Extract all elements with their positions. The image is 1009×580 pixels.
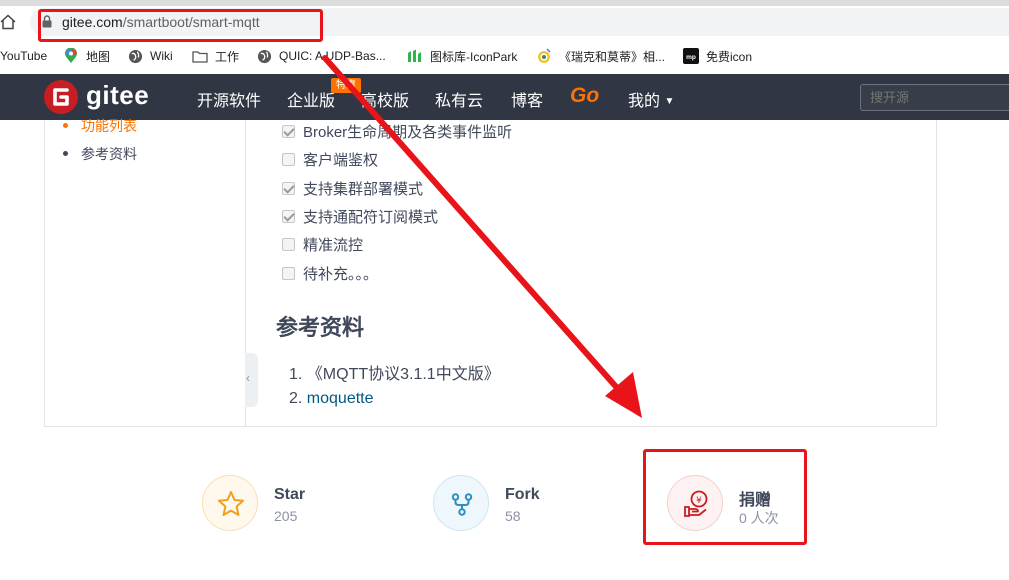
douban-icon bbox=[536, 48, 552, 64]
bookmark-free-icon[interactable]: mp 免费icon bbox=[683, 47, 752, 65]
bookmark-label: 免费icon bbox=[706, 49, 753, 64]
reference-item: 1. 《MQTT协议3.1.1中文版》 bbox=[289, 360, 500, 384]
maps-pin-icon bbox=[63, 48, 79, 64]
gitee-logo-text[interactable]: gitee bbox=[86, 80, 149, 111]
url-highlight-box bbox=[38, 9, 323, 42]
feature-item: 支持集群部署模式 bbox=[282, 178, 423, 199]
feature-label: 精准流控 bbox=[303, 237, 364, 254]
star-label[interactable]: Star bbox=[274, 486, 305, 504]
home-icon[interactable] bbox=[0, 14, 16, 30]
reference-item: 2. moquette bbox=[289, 390, 374, 408]
bookmark-label: 图标库-IconPark bbox=[430, 49, 518, 64]
bookmark-quic[interactable]: QUIC: A UDP-Bas... bbox=[256, 47, 386, 65]
svg-text:mp: mp bbox=[686, 54, 696, 61]
readme-container: 功能列表 参考资料 ‹ Broker生命周期及各类事件监听 客户端鉴权 支持集群… bbox=[44, 118, 937, 427]
promo-badge: 特惠 bbox=[331, 78, 361, 93]
nav-enterprise[interactable]: 企业版 bbox=[287, 87, 335, 111]
bookmarks-bar: YouTube 地图 Wiki 工作 QUIC: A UDP-Bas... 图标… bbox=[0, 42, 1009, 70]
reference-number: 1. bbox=[289, 366, 303, 383]
reference-link-moquette[interactable]: moquette bbox=[307, 390, 374, 407]
star-count[interactable]: 205 bbox=[274, 508, 297, 524]
nav-search-input[interactable] bbox=[860, 84, 1009, 111]
nav-education[interactable]: 高校版 bbox=[361, 87, 409, 111]
fork-button[interactable] bbox=[433, 475, 489, 531]
donate-highlight-box bbox=[643, 449, 807, 545]
bookmark-label: YouTube bbox=[0, 49, 48, 63]
bookmark-label: Wiki bbox=[150, 49, 173, 63]
bookmark-wiki[interactable]: Wiki bbox=[127, 47, 173, 65]
nav-open-source[interactable]: 开源软件 bbox=[197, 87, 261, 111]
gitee-logo-icon[interactable] bbox=[44, 80, 78, 114]
fork-label[interactable]: Fork bbox=[505, 486, 540, 504]
mp-icon: mp bbox=[683, 48, 699, 64]
nav-private-cloud[interactable]: 私有云 bbox=[435, 87, 483, 111]
feature-item: 支持通配符订阅模式 bbox=[282, 206, 438, 227]
checkbox-checked bbox=[282, 125, 295, 138]
feature-label: 支持集群部署模式 bbox=[303, 181, 424, 198]
globe-icon bbox=[256, 48, 272, 64]
bookmark-work-folder[interactable]: 工作 bbox=[192, 47, 239, 65]
readme-toc-sidebar: 功能列表 参考资料 bbox=[45, 118, 246, 427]
checkbox-unchecked bbox=[282, 153, 295, 166]
feature-item: 精准流控 bbox=[282, 234, 363, 255]
nav-blog[interactable]: 博客 bbox=[511, 87, 543, 111]
checkbox-unchecked bbox=[282, 267, 295, 280]
iconpark-icon bbox=[407, 48, 423, 64]
nav-mine[interactable]: 我的 ▼ bbox=[628, 87, 674, 111]
sidebar-collapse-toggle[interactable]: ‹ bbox=[245, 353, 258, 407]
gitee-navbar bbox=[0, 74, 1009, 120]
checkbox-checked bbox=[282, 210, 295, 223]
toc-item-features[interactable]: 功能列表 bbox=[63, 116, 137, 136]
feature-label: 支持通配符订阅模式 bbox=[303, 209, 439, 226]
feature-label: 客户端鉴权 bbox=[303, 152, 379, 169]
feature-label: 待补充。。。 bbox=[303, 266, 379, 283]
feature-label: Broker生命周期及各类事件监听 bbox=[303, 124, 513, 141]
bookmark-rick-morty[interactable]: 《瑞克和莫蒂》相... bbox=[536, 47, 665, 65]
fork-count[interactable]: 58 bbox=[505, 508, 521, 524]
feature-item: 待补充。。。 bbox=[282, 263, 378, 284]
bookmark-iconpark[interactable]: 图标库-IconPark bbox=[407, 47, 517, 65]
checkbox-unchecked bbox=[282, 238, 295, 251]
caret-down-icon: ▼ bbox=[664, 96, 675, 107]
star-icon bbox=[218, 491, 244, 516]
nav-go[interactable]: Go bbox=[570, 84, 599, 108]
feature-item: Broker生命周期及各类事件监听 bbox=[282, 121, 512, 142]
bookmark-label: 地图 bbox=[86, 49, 111, 64]
feature-item: 客户端鉴权 bbox=[282, 149, 378, 170]
bookmark-label: 《瑞克和莫蒂》相... bbox=[559, 49, 666, 64]
reference-text: 《MQTT协议3.1.1中文版》 bbox=[306, 366, 500, 383]
fork-icon bbox=[451, 493, 473, 516]
bookmark-label: 工作 bbox=[215, 49, 240, 64]
references-heading: 参考资料 bbox=[276, 315, 365, 340]
reference-number: 2. bbox=[289, 390, 303, 407]
folder-icon bbox=[192, 48, 208, 64]
bookmark-maps[interactable]: 地图 bbox=[63, 47, 110, 65]
nav-mine-label: 我的 bbox=[628, 93, 661, 110]
star-button[interactable] bbox=[202, 475, 258, 531]
globe-icon bbox=[127, 48, 143, 64]
bookmark-label: QUIC: A UDP-Bas... bbox=[279, 49, 386, 63]
bookmark-youtube[interactable]: YouTube bbox=[0, 47, 47, 65]
toc-item-references[interactable]: 参考资料 bbox=[63, 144, 137, 164]
chevron-left-icon: ‹ bbox=[246, 371, 250, 385]
checkbox-checked bbox=[282, 182, 295, 195]
